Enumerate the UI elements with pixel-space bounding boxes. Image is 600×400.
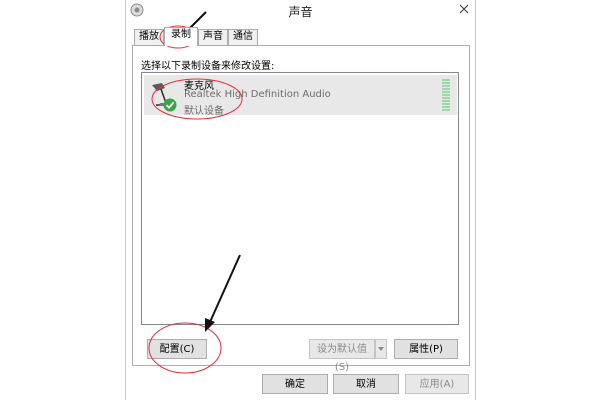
instruction-text: 选择以下录制设备来修改设置: bbox=[141, 61, 275, 72]
cancel-button[interactable]: 取消 bbox=[333, 374, 399, 394]
set-default-dropdown[interactable] bbox=[375, 339, 387, 359]
device-driver: Realtek High Definition Audio bbox=[184, 89, 331, 100]
list-item-microphone[interactable]: 麦克风 Realtek High Definition Audio 默认设备 bbox=[144, 75, 457, 117]
tab-recording[interactable]: 录制 bbox=[164, 27, 198, 46]
chevron-down-icon bbox=[378, 347, 384, 351]
close-button[interactable] bbox=[453, 0, 475, 18]
check-icon bbox=[163, 98, 177, 112]
tab-communications[interactable]: 通信 bbox=[228, 29, 258, 45]
tab-playback[interactable]: 播放 bbox=[134, 29, 164, 45]
close-icon bbox=[459, 4, 469, 14]
tab-sounds[interactable]: 声音 bbox=[198, 29, 228, 45]
apply-button[interactable]: 应用(A) bbox=[405, 374, 469, 394]
title-bar: 声音 bbox=[126, 0, 475, 24]
set-default-button[interactable]: 设为默认值(S) bbox=[309, 339, 375, 373]
properties-button[interactable]: 属性(P) bbox=[394, 339, 458, 359]
window-title: 声音 bbox=[288, 5, 313, 19]
device-status: 默认设备 bbox=[184, 106, 224, 117]
ok-button[interactable]: 确定 bbox=[262, 374, 328, 394]
configure-button[interactable]: 配置(C) bbox=[147, 339, 207, 359]
device-list[interactable]: 麦克风 Realtek High Definition Audio 默认设备 bbox=[141, 72, 459, 325]
level-meter bbox=[442, 79, 450, 111]
